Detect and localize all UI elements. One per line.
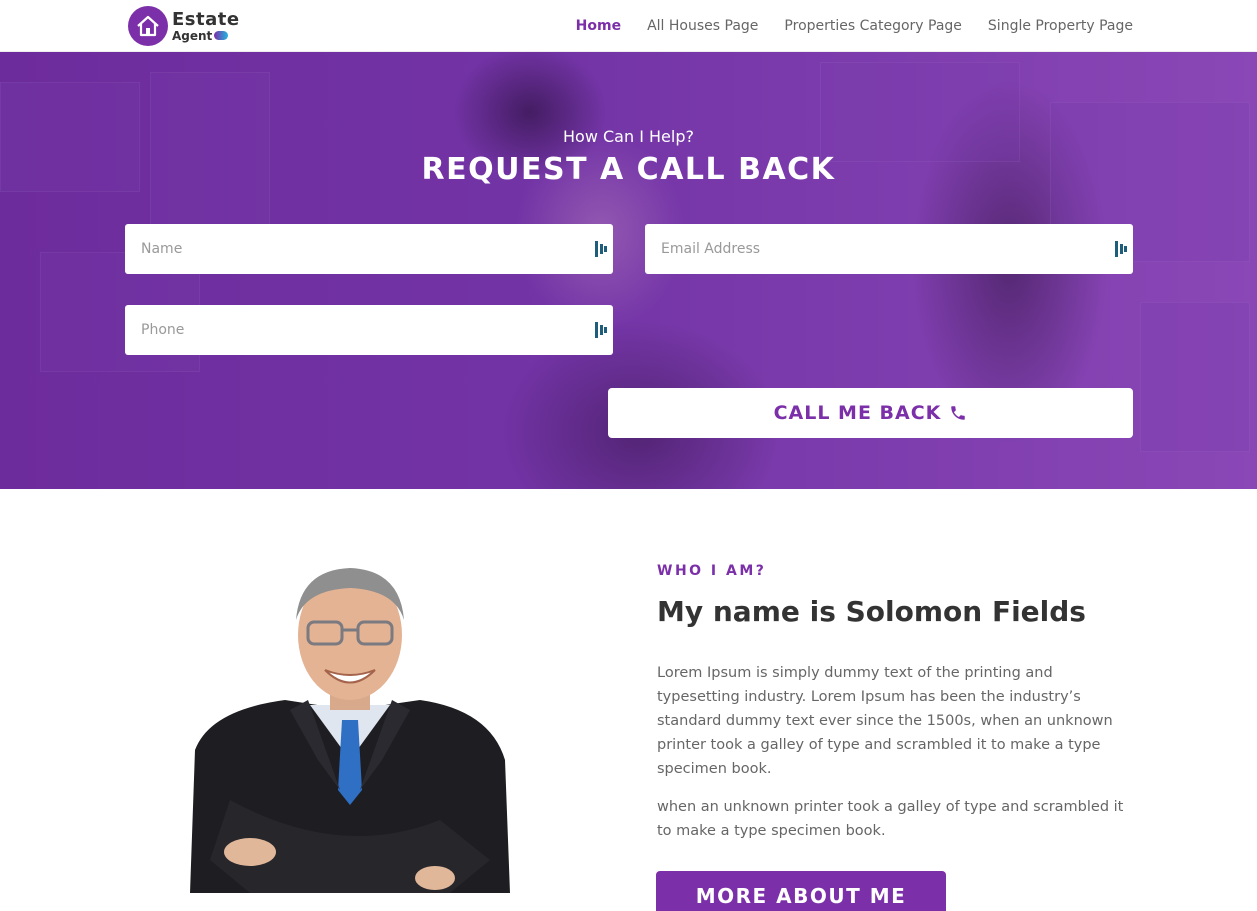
- nav-properties-category[interactable]: Properties Category Page: [784, 18, 962, 34]
- nav-single-property[interactable]: Single Property Page: [988, 18, 1133, 34]
- autofill-icon[interactable]: [595, 241, 607, 257]
- more-about-me-button[interactable]: MORE ABOUT ME: [656, 871, 946, 911]
- name-field[interactable]: [125, 224, 613, 274]
- call-me-back-label: CALL ME BACK: [773, 402, 942, 424]
- about-title: My name is Solomon Fields: [657, 595, 1086, 628]
- phone-icon: [949, 404, 967, 422]
- email-field[interactable]: [645, 224, 1133, 274]
- site-header: Estate Agent Home All Houses Page Proper…: [0, 0, 1257, 52]
- call-me-back-button[interactable]: CALL ME BACK: [608, 388, 1133, 438]
- callback-hero: How Can I Help? REQUEST A CALL BACK CALL…: [0, 52, 1257, 489]
- hero-subtitle: How Can I Help?: [563, 127, 694, 146]
- hero-title: REQUEST A CALL BACK: [421, 152, 836, 187]
- phone-field[interactable]: [125, 305, 613, 355]
- email-input[interactable]: [645, 224, 1133, 274]
- logo-mark: [214, 31, 229, 40]
- nav-all-houses[interactable]: All Houses Page: [647, 18, 758, 34]
- main-nav: Home All Houses Page Properties Category…: [550, 0, 1133, 52]
- name-input[interactable]: [125, 224, 613, 274]
- autofill-icon[interactable]: [595, 322, 607, 338]
- more-about-me-label: MORE ABOUT ME: [695, 884, 907, 908]
- logo-line-1: Estate: [172, 8, 240, 30]
- logo-line-2: Agent: [172, 28, 213, 43]
- agent-portrait: [190, 560, 515, 893]
- site-logo[interactable]: Estate Agent: [128, 5, 240, 47]
- autofill-icon[interactable]: [1115, 241, 1127, 257]
- phone-input[interactable]: [125, 305, 613, 355]
- about-paragraph-2: when an unknown printer took a galley of…: [657, 799, 1124, 839]
- house-icon: [128, 6, 168, 46]
- about-eyebrow: WHO I AM?: [657, 563, 767, 579]
- about-paragraph-1: Lorem Ipsum is simply dummy text of the …: [657, 665, 1113, 777]
- nav-home[interactable]: Home: [576, 18, 621, 34]
